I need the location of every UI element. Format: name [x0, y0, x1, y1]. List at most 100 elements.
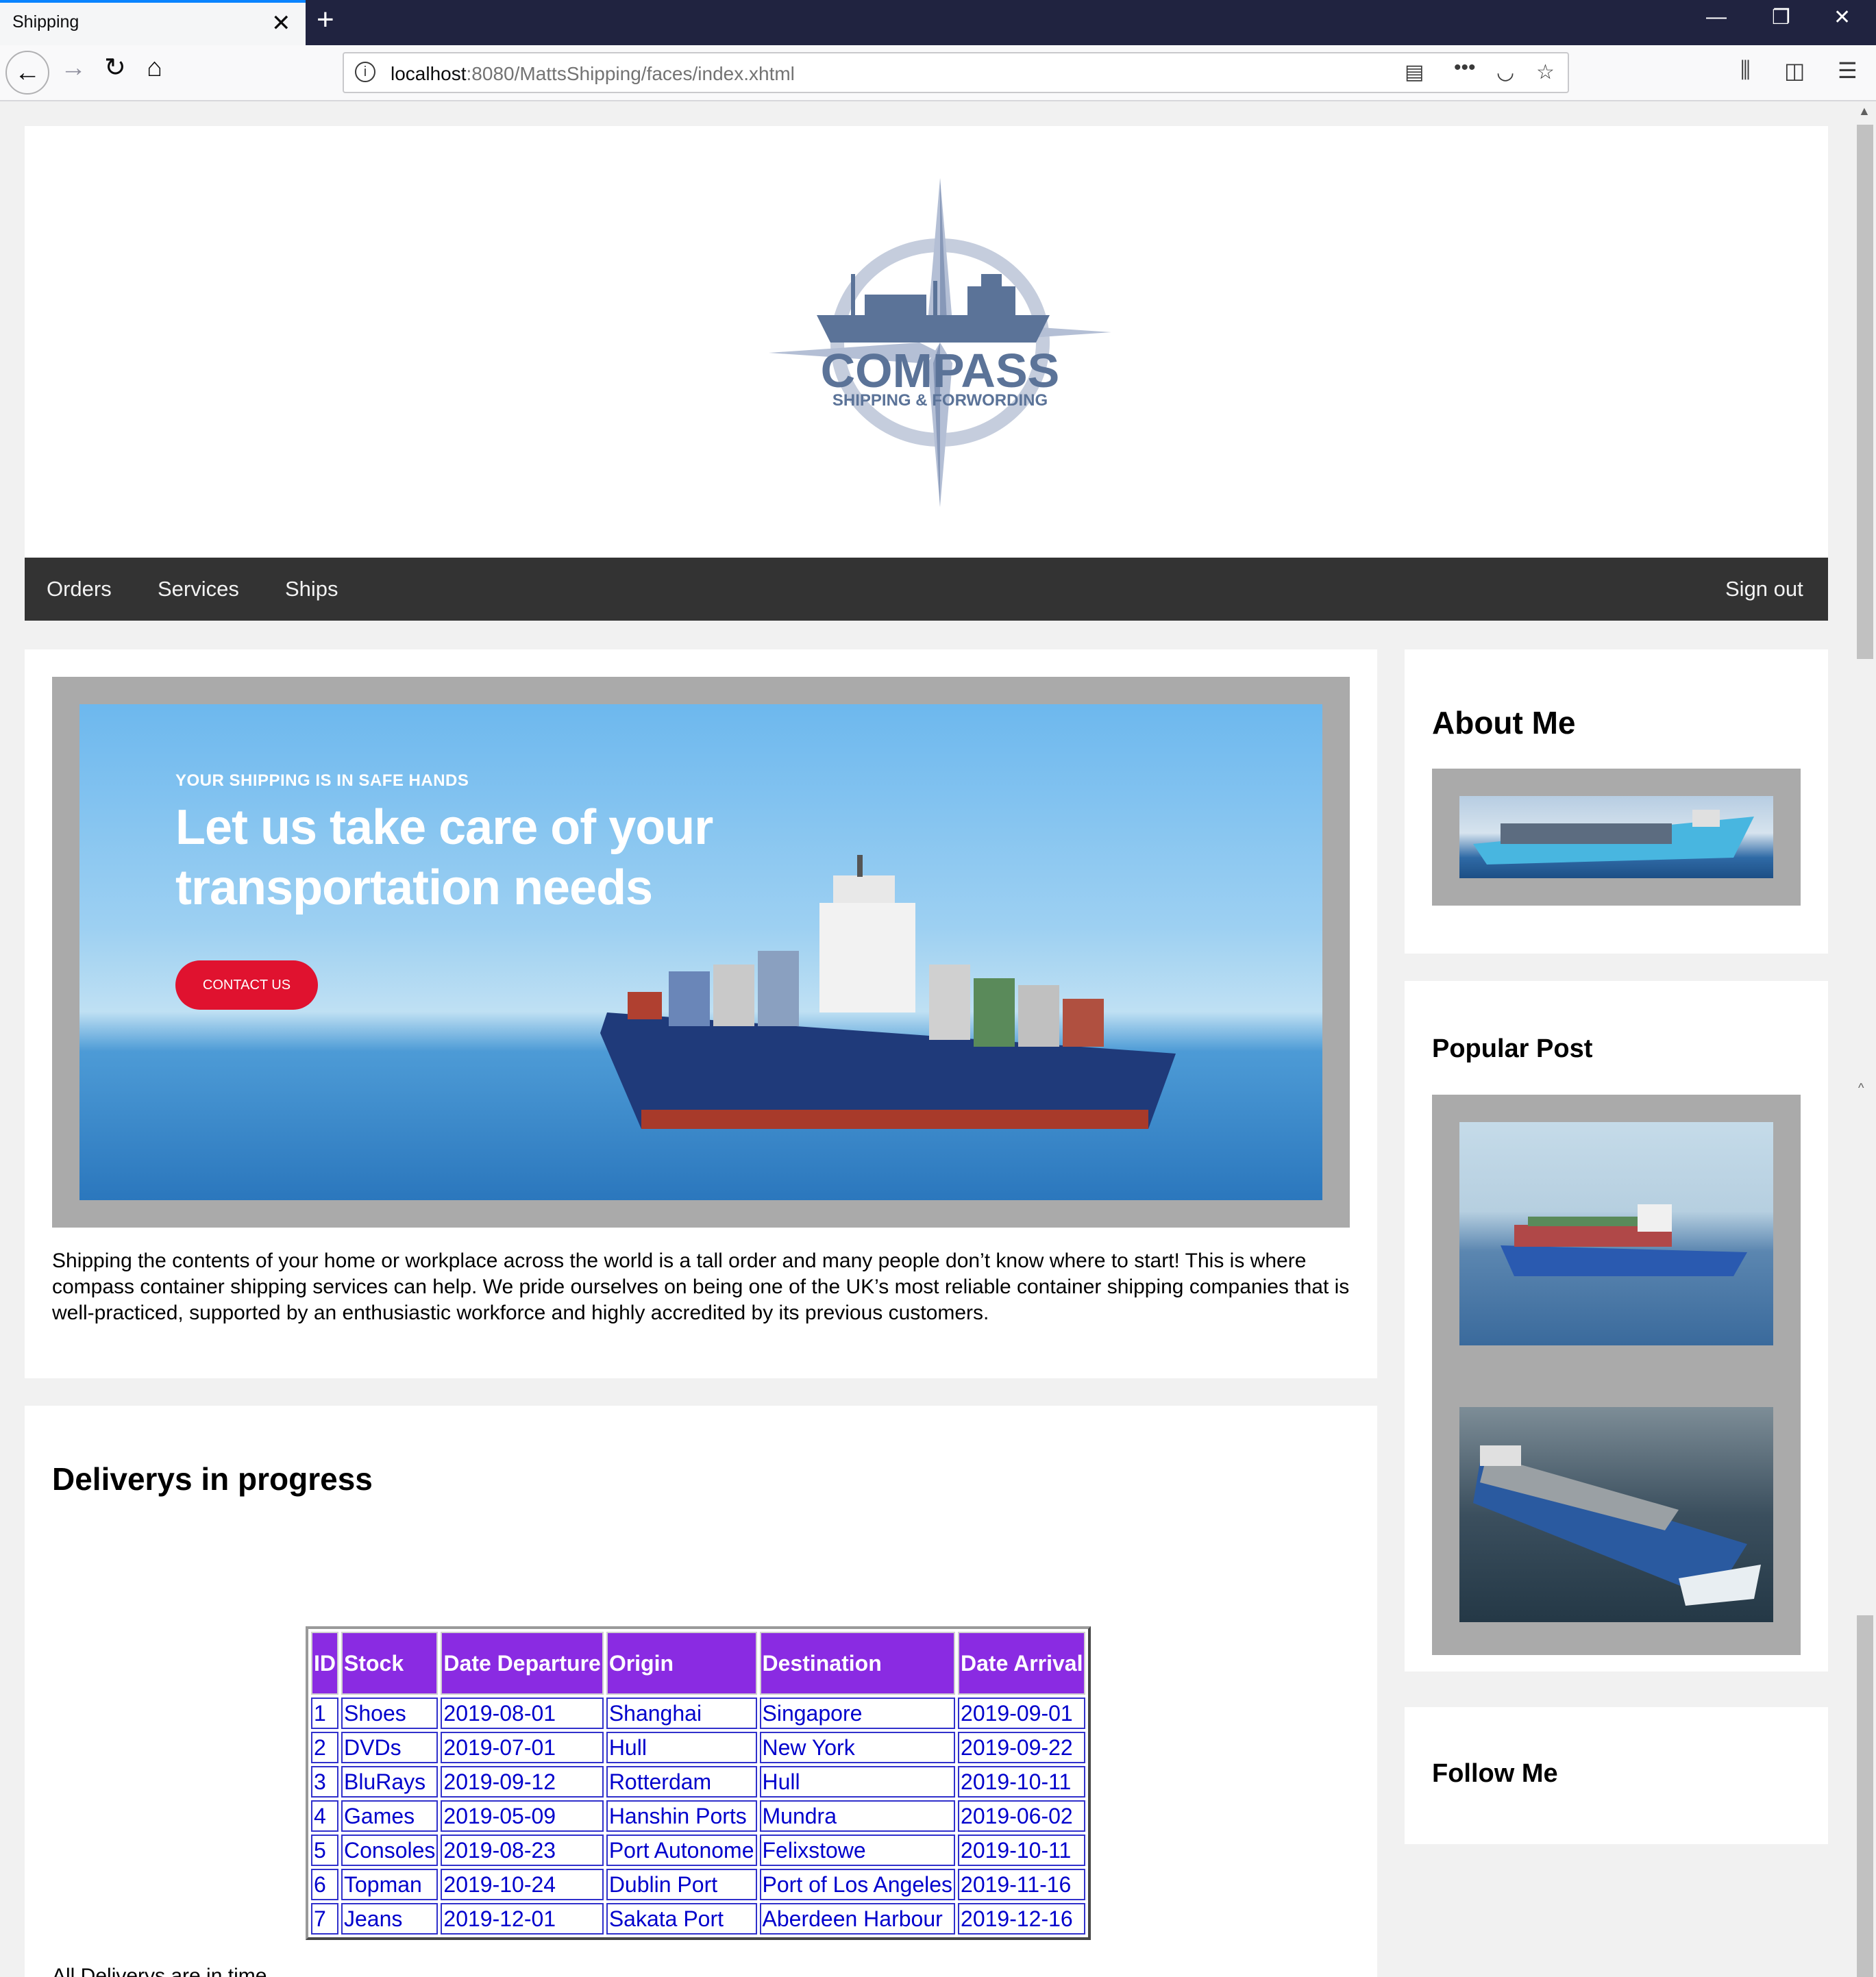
popular-post-image-1[interactable]: [1459, 1122, 1773, 1345]
url-text: localhost:8080/MattsShipping/faces/index…: [391, 63, 795, 84]
about-heading: About Me: [1432, 705, 1576, 741]
back-arrow-icon[interactable]: ←: [5, 51, 49, 95]
deliveries-heading: Deliverys in progress: [52, 1461, 373, 1497]
table-cell: 2019-10-11: [958, 1766, 1086, 1798]
table-cell: Felixstowe: [759, 1835, 956, 1866]
about-image-frame: [1432, 769, 1801, 906]
popular-heading: Popular Post: [1432, 1034, 1593, 1063]
table-row: 2 DVDs 2019-07-01 Hull New York 2019-09-22: [311, 1732, 1086, 1763]
scrollbar-thumb[interactable]: [1857, 125, 1873, 659]
hero-banner: YOUR SHIPPING IS IN SAFE HANDS Let us ta…: [79, 704, 1322, 1200]
table-cell: Port of Los Angeles: [759, 1869, 956, 1900]
table-cell: 2019-07-01: [441, 1732, 604, 1763]
address-bar[interactable]: i localhost:8080/MattsShipping/faces/ind…: [343, 52, 1569, 93]
col-id: ID: [311, 1632, 338, 1695]
table-cell: Dublin Port: [606, 1869, 757, 1900]
nav-ships[interactable]: Ships: [285, 577, 338, 601]
table-cell: 2019-10-24: [441, 1869, 604, 1900]
scrollbar-thumb-lower[interactable]: [1857, 1615, 1873, 1977]
table-row: 1 Shoes 2019-08-01 Shanghai Singapore 2019-09…: [311, 1698, 1086, 1729]
main-nav: Orders Services Ships Sign out: [25, 558, 1828, 621]
table-cell: 4: [311, 1800, 338, 1832]
table-cell: BluRays: [341, 1766, 439, 1798]
col-stock: Stock: [341, 1632, 439, 1695]
close-tab-icon[interactable]: ✕: [271, 10, 291, 37]
deliveries-footer: All Deliverys are in time: [52, 1965, 267, 1977]
table-cell: 2019-12-01: [441, 1903, 604, 1935]
sidebar-toggle-icon[interactable]: ◫: [1784, 58, 1805, 84]
table-row: 3 BluRays 2019-09-12 Rotterdam Hull 2019-10-1…: [311, 1766, 1086, 1798]
table-cell: 2019-09-01: [958, 1698, 1086, 1729]
table-cell: Hull: [606, 1732, 757, 1763]
table-cell: Port Autonome: [606, 1835, 757, 1866]
table-cell: 3: [311, 1766, 338, 1798]
compass-logo: COMPASS SHIPPING & FORWORDING: [769, 178, 1111, 507]
menu-icon[interactable]: ☰: [1838, 58, 1858, 84]
minimize-icon[interactable]: —: [1706, 5, 1727, 29]
table-cell: Jeans: [341, 1903, 439, 1935]
nav-services[interactable]: Services: [158, 577, 239, 601]
site-header: COMPASS SHIPPING & FORWORDING: [25, 126, 1828, 558]
hero-card: YOUR SHIPPING IS IN SAFE HANDS Let us ta…: [25, 649, 1377, 1378]
col-origin: Origin: [606, 1632, 757, 1695]
table-cell: 2019-10-11: [958, 1835, 1086, 1866]
new-tab-button[interactable]: +: [317, 3, 334, 37]
nav-orders[interactable]: Orders: [47, 577, 112, 601]
page-actions-icon[interactable]: •••: [1454, 56, 1476, 79]
tab-title: Shipping: [12, 12, 79, 32]
logo-name: COMPASS: [821, 344, 1060, 397]
hero-frame: YOUR SHIPPING IS IN SAFE HANDS Let us ta…: [52, 677, 1350, 1228]
follow-card: Follow Me: [1405, 1707, 1828, 1844]
table-cell: Hanshin Ports: [606, 1800, 757, 1832]
table-row: 4 Games 2019-05-09 Hanshin Ports Mundra 2019-…: [311, 1800, 1086, 1832]
table-cell: 2019-08-01: [441, 1698, 604, 1729]
table-cell: Hull: [759, 1766, 956, 1798]
page-scrollbar[interactable]: ▲ ^: [1854, 101, 1876, 1977]
contact-us-button[interactable]: CONTACT US: [175, 960, 318, 1010]
library-icon[interactable]: ⫼: [1740, 58, 1751, 84]
deliveries-card: Deliverys in progress ID Stock Date Depa…: [25, 1406, 1377, 1977]
table-cell: Shoes: [341, 1698, 439, 1729]
cargo-ship-image: [600, 855, 1176, 1129]
pocket-icon[interactable]: ◡: [1496, 60, 1514, 84]
table-cell: 2019-06-02: [958, 1800, 1086, 1832]
window-close-icon[interactable]: ✕: [1834, 5, 1851, 29]
col-destination: Destination: [759, 1632, 956, 1695]
table-cell: Sakata Port: [606, 1903, 757, 1935]
home-icon[interactable]: ⌂: [147, 55, 162, 81]
table-cell: 6: [311, 1869, 338, 1900]
popular-image-frame: [1432, 1095, 1801, 1655]
table-cell: 2: [311, 1732, 338, 1763]
table-row: 6 Topman 2019-10-24 Dublin Port Port of Los …: [311, 1869, 1086, 1900]
table-cell: 2019-09-22: [958, 1732, 1086, 1763]
table-cell: 2019-05-09: [441, 1800, 604, 1832]
restore-icon[interactable]: ❐: [1772, 5, 1790, 29]
logo-tagline: SHIPPING & FORWORDING: [832, 391, 1048, 410]
popular-card: Popular Post: [1405, 981, 1828, 1671]
forward-arrow-icon[interactable]: →: [60, 55, 86, 81]
table-row: 5 Consoles 2019-08-23 Port Autonome Felixsto…: [311, 1835, 1086, 1866]
browser-tab[interactable]: Shipping ✕: [0, 0, 306, 45]
hero-kicker: YOUR SHIPPING IS IN SAFE HANDS: [175, 771, 469, 790]
scroll-marker-icon: ^: [1858, 1081, 1864, 1095]
sign-out-link[interactable]: Sign out: [1725, 577, 1803, 601]
about-ship-image: [1459, 796, 1773, 878]
reader-view-icon[interactable]: ▤: [1405, 60, 1424, 84]
table-cell: 2019-09-12: [441, 1766, 604, 1798]
table-cell: New York: [759, 1732, 956, 1763]
scroll-up-icon[interactable]: ▲: [1858, 104, 1871, 119]
page-viewport: COMPASS SHIPPING & FORWORDING Orders Ser…: [0, 101, 1854, 1977]
browser-toolbar: ← → ↻ ⌂ i localhost:8080/MattsShipping/f…: [0, 45, 1876, 101]
about-card: About Me: [1405, 649, 1828, 954]
table-cell: Games: [341, 1800, 439, 1832]
site-info-icon[interactable]: i: [355, 62, 375, 82]
bookmark-star-icon[interactable]: ☆: [1536, 60, 1555, 84]
reload-icon[interactable]: ↻: [104, 55, 126, 81]
table-cell: 7: [311, 1903, 338, 1935]
table-cell: DVDs: [341, 1732, 439, 1763]
popular-post-image-2[interactable]: [1459, 1407, 1773, 1622]
deliveries-table: ID Stock Date Departure Origin Destinati…: [306, 1626, 1091, 1940]
deliveries-table-body: 1 Shoes 2019-08-01 Shanghai Singapore 2019-09…: [311, 1698, 1086, 1935]
table-cell: 2019-08-23: [441, 1835, 604, 1866]
table-cell: Topman: [341, 1869, 439, 1900]
